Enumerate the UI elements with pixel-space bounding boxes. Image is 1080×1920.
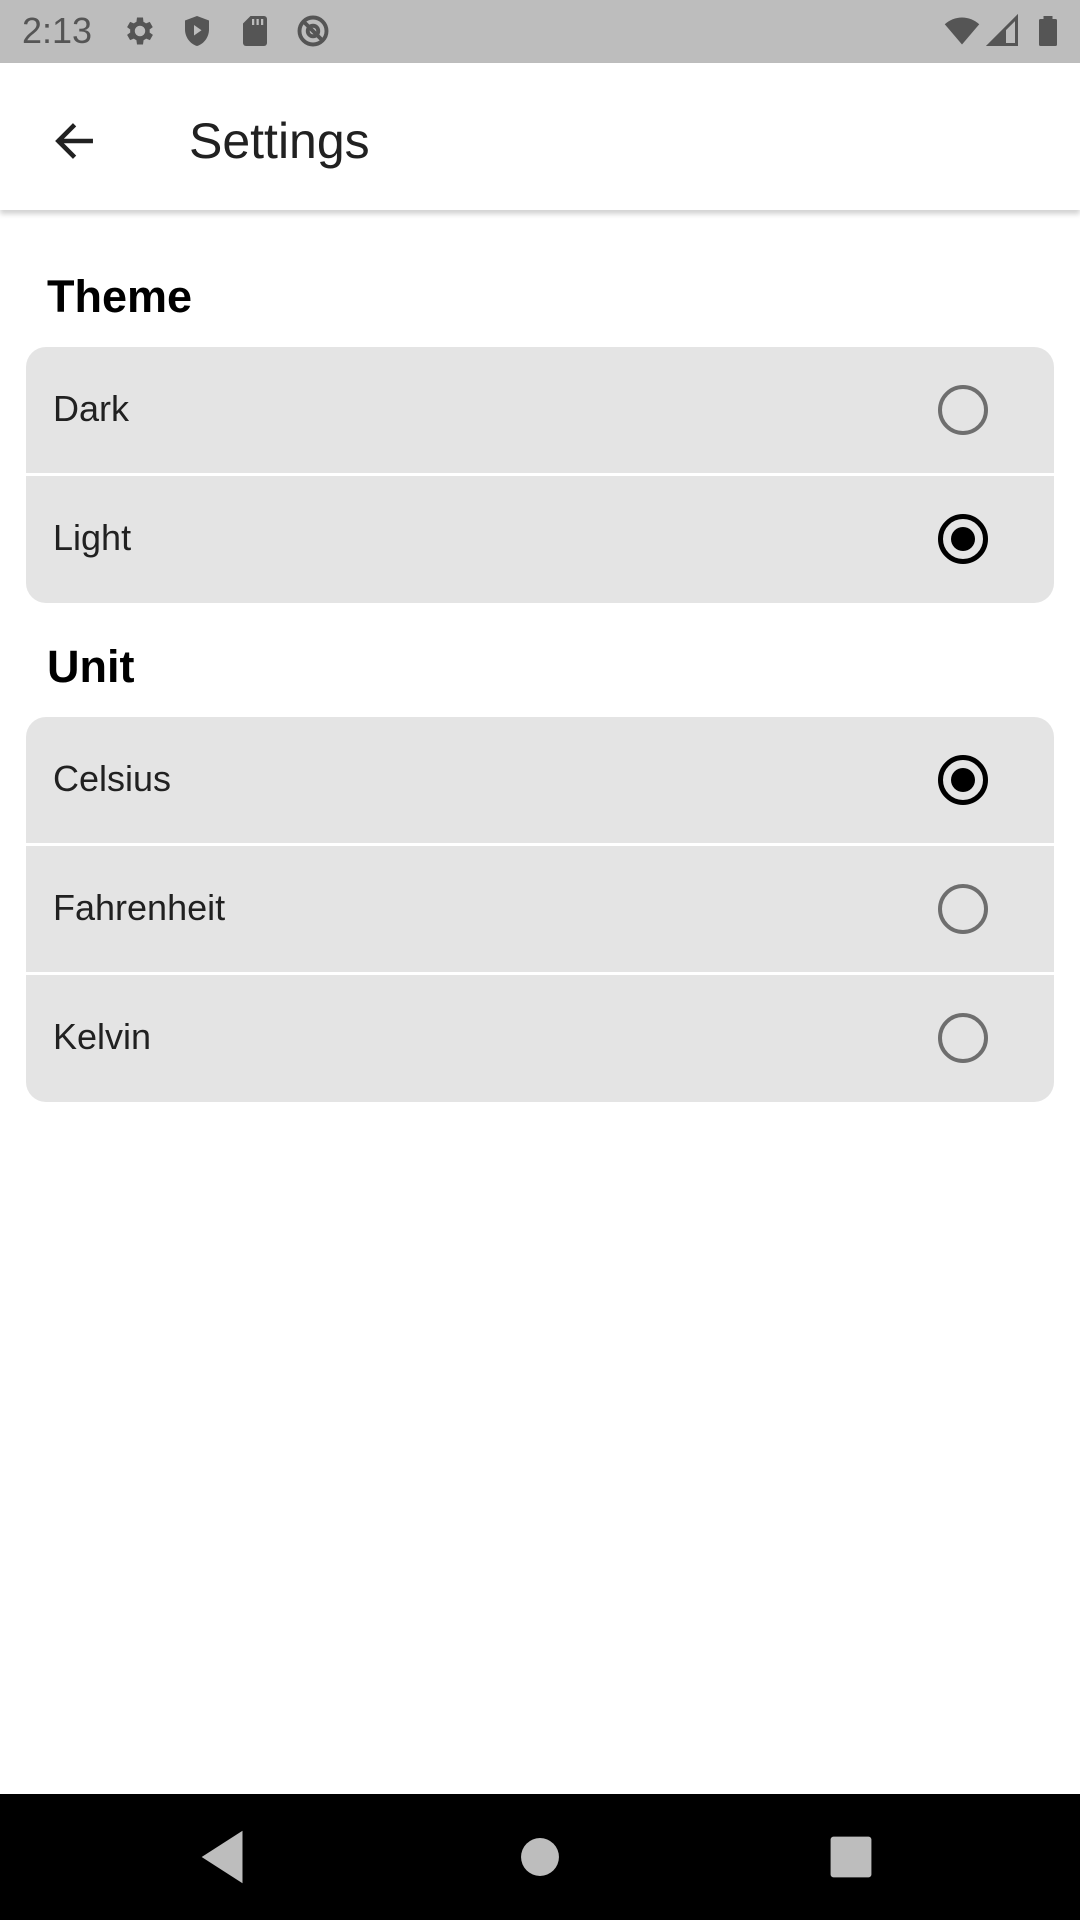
theme-option-group: Dark Light (26, 347, 1054, 603)
battery-icon (1030, 13, 1066, 49)
option-label: Fahrenheit (53, 887, 226, 928)
back-button[interactable] (36, 103, 112, 179)
wifi-icon (944, 13, 980, 49)
radio-button[interactable] (938, 755, 988, 805)
option-celsius[interactable]: Celsius (26, 717, 1054, 846)
radio-button[interactable] (938, 385, 988, 435)
option-label: Kelvin (53, 1016, 152, 1057)
option-light[interactable]: Light (26, 476, 1054, 603)
option-fahrenheit[interactable]: Fahrenheit (26, 846, 1054, 975)
radio-button[interactable] (938, 884, 988, 934)
home-circle-icon[interactable] (505, 1822, 575, 1892)
status-time: 2:13 (22, 10, 93, 51)
section-title-unit: Unit (47, 641, 135, 692)
app-bar: Settings (0, 63, 1080, 210)
option-kelvin[interactable]: Kelvin (26, 975, 1054, 1102)
recents-square-icon[interactable] (816, 1822, 886, 1892)
option-label: Celsius (53, 758, 172, 799)
system-nav-bar (0, 1794, 1080, 1920)
gear-icon (122, 13, 158, 49)
sd-card-icon (237, 13, 273, 49)
unit-option-group: Celsius Fahrenheit Kelvin (26, 717, 1054, 1102)
at-sign-icon (295, 13, 331, 49)
page-title: Settings (189, 113, 370, 169)
option-label: Dark (53, 388, 130, 429)
section-title-theme: Theme (47, 271, 193, 322)
status-bar: 2:13 (0, 0, 1080, 63)
option-dark[interactable]: Dark (26, 347, 1054, 476)
shield-play-icon (179, 13, 215, 49)
back-triangle-icon[interactable] (190, 1822, 260, 1892)
option-label: Light (53, 517, 132, 558)
arrow-left-icon (49, 116, 99, 166)
cell-signal-icon (985, 13, 1021, 49)
radio-button[interactable] (938, 1013, 988, 1063)
radio-button[interactable] (938, 514, 988, 564)
